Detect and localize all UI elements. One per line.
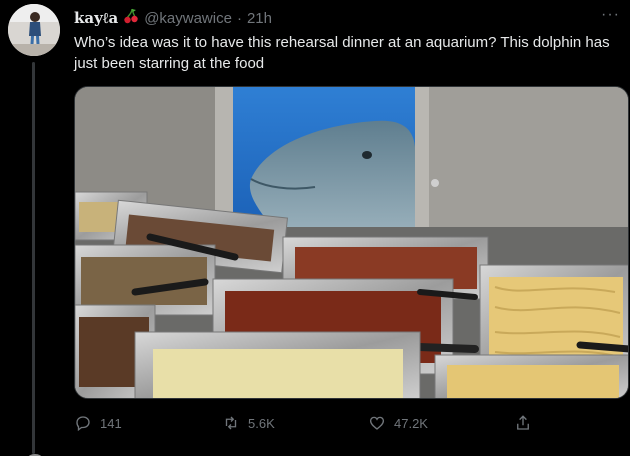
reply-count: 141 <box>100 415 122 431</box>
reply-button[interactable]: 141 <box>74 414 122 432</box>
reply-icon <box>76 416 90 432</box>
handle[interactable]: @kaywawice <box>144 10 232 27</box>
retweet-count: 5.6K <box>248 415 275 431</box>
retweet-icon <box>225 416 237 430</box>
tweet-text: Who’s idea was it to have this rehearsal… <box>74 34 610 72</box>
dolphin-buffet-photo <box>75 87 628 398</box>
tweet-header: kayℓa @kaywawice · 21h <box>74 8 272 28</box>
thread-line <box>32 62 35 454</box>
separator-dot: · <box>236 9 242 27</box>
tweet-actions: 141 5.6K 47.2K <box>74 414 624 436</box>
avatar-photo <box>8 4 60 56</box>
cherries-icon <box>123 8 139 28</box>
timestamp[interactable]: 21h <box>247 10 272 27</box>
retweet-button[interactable]: 5.6K <box>222 414 275 432</box>
like-count: 47.2K <box>394 415 428 431</box>
like-button[interactable]: 47.2K <box>368 414 428 432</box>
heart-icon <box>369 416 385 430</box>
share-icon <box>517 415 529 430</box>
avatar[interactable] <box>8 4 60 56</box>
display-name[interactable]: kayℓa <box>74 9 118 28</box>
tweet-media-image[interactable] <box>74 86 629 399</box>
avatar-column <box>8 4 60 456</box>
share-button[interactable] <box>514 414 532 432</box>
more-options-button[interactable]: ··· <box>601 6 620 24</box>
